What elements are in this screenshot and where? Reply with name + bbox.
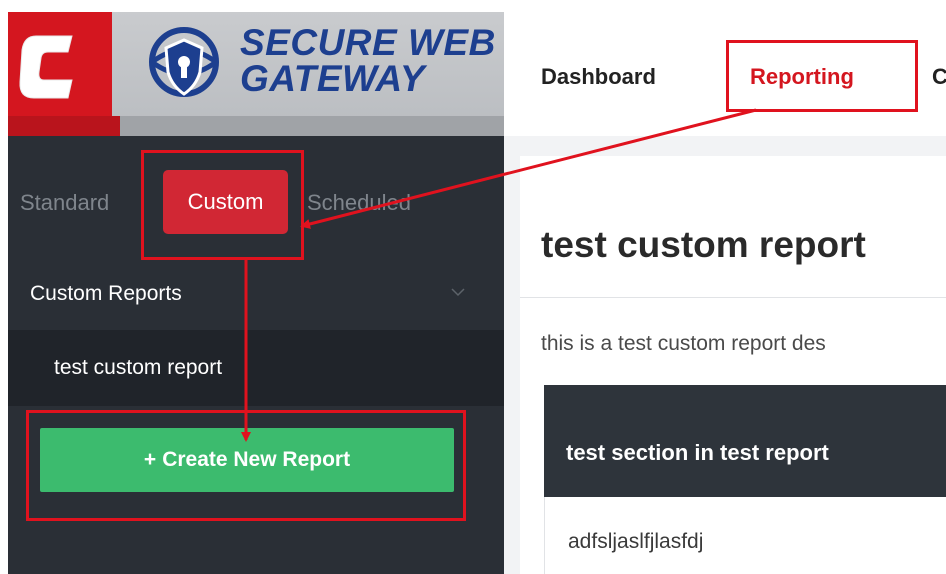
nav-item-truncated[interactable]: C	[932, 64, 946, 90]
highlight-reporting-box	[726, 40, 918, 112]
report-item-label: test custom report	[54, 356, 223, 379]
page-title: test custom report	[541, 224, 866, 265]
title-divider	[520, 297, 946, 298]
report-section-title: test section in test report	[566, 440, 829, 465]
shield-globe-icon	[149, 27, 219, 97]
custom-reports-label: Custom Reports	[30, 282, 182, 305]
screenshot-stage: SECURE WEB GATEWAY Dashboard Reporting C…	[0, 0, 946, 574]
tab-standard[interactable]: Standard	[20, 190, 109, 216]
main-left-gutter	[504, 136, 520, 574]
chevron-down-icon	[451, 288, 465, 297]
brand-logo-band	[8, 116, 120, 136]
comodo-c-logo-icon	[19, 35, 73, 99]
highlight-create-box	[26, 410, 466, 521]
brand-title-line2: GATEWAY	[240, 58, 426, 99]
tab-scheduled[interactable]: Scheduled	[307, 190, 411, 216]
custom-reports-accordion[interactable]: Custom Reports	[8, 262, 504, 326]
nav-dashboard[interactable]: Dashboard	[541, 64, 656, 90]
main-top-divider	[504, 136, 946, 156]
brand-title-line1: SECURE WEB	[240, 22, 496, 63]
sidebar-item-test-custom-report[interactable]: test custom report	[8, 330, 504, 406]
highlight-custom-box	[141, 150, 304, 260]
report-description: this is a test custom report des	[541, 332, 826, 355]
report-section-content: adfsljaslfjlasfdj	[568, 530, 704, 553]
